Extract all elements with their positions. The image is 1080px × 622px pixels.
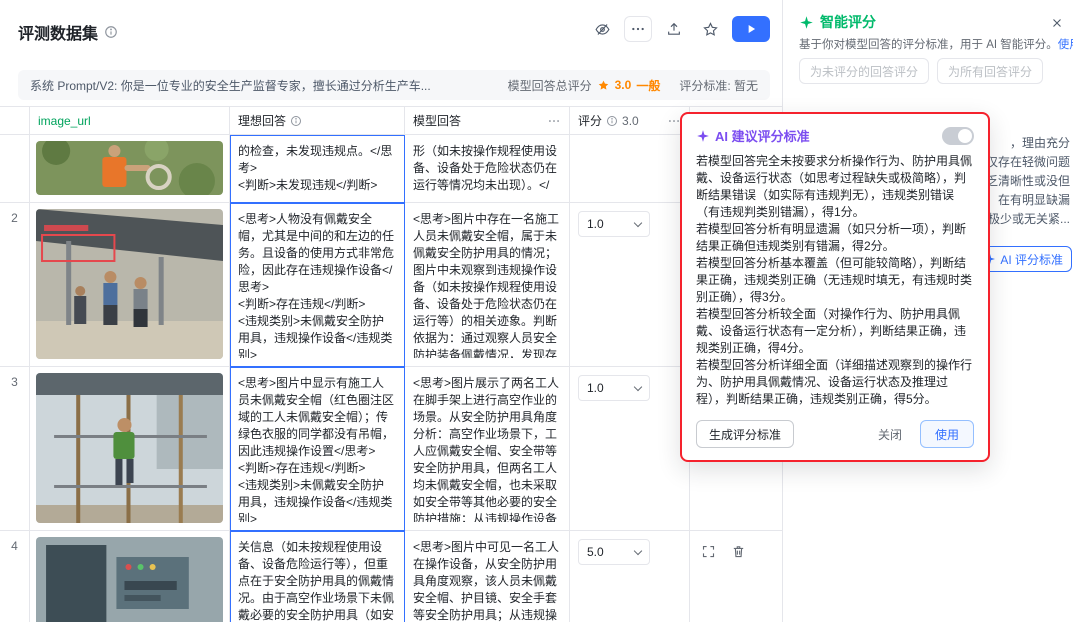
system-prompt-bar[interactable]: 系统 Prompt/V2: 你是一位专业的安全生产监督专家，擅长通过分析生产车.… — [18, 70, 770, 100]
total-score-label: 模型回答总评分 — [508, 77, 592, 94]
eye-slash-icon — [594, 21, 611, 38]
panel-description: 基于你对模型回答的评分标准，用于 AI 智能评分。使用手册 — [799, 36, 1073, 52]
chevron-down-icon — [634, 546, 642, 554]
image-cell — [30, 367, 230, 531]
close-icon — [1051, 17, 1063, 29]
more-actions-button[interactable] — [624, 16, 652, 42]
upload-icon — [666, 21, 682, 37]
dataset-table: image_url 理想回答 模型回答 评分 — [0, 106, 782, 622]
expand-icon — [701, 544, 716, 559]
row-photo[interactable] — [36, 373, 223, 523]
hide-columns-button[interactable] — [588, 16, 616, 42]
title-info-icon[interactable] — [104, 25, 118, 39]
header-model-answer[interactable]: 模型回答 — [405, 107, 570, 135]
close-button[interactable]: 关闭 — [868, 426, 912, 443]
ideal-answer-cell[interactable]: <思考>图片中显示有施工人员未佩戴安全帽（红色圈注区域的工人未佩戴安全帽）；传绿… — [230, 367, 405, 531]
info-icon[interactable] — [290, 115, 302, 127]
generate-criteria-button[interactable]: 生成评分标准 — [696, 420, 794, 448]
score-cell: 1.0 — [570, 203, 690, 367]
extra-cell — [690, 531, 782, 622]
row-photo[interactable] — [36, 537, 223, 622]
header-image-url[interactable]: image_url — [30, 107, 230, 135]
score-unrated-button[interactable]: 为未评分的回答评分 — [799, 58, 929, 84]
model-answer-cell[interactable]: <思考>图片中可见一名工人在操作设备，从安全防护用具角度观察，该人员未佩戴安全帽… — [405, 531, 570, 622]
popup-title: AI 建议评分标准 — [715, 126, 810, 145]
table-row: 4 关信息（如未按规程使用设备、设备危险运行等），但重点在于安全防护用具的佩戴情… — [0, 531, 782, 622]
table-row: 2 <思考>人物没有佩戴安全帽，尤其是中间的和左边的任务。且设备的使用方式非常危… — [0, 203, 782, 367]
model-answer-cell[interactable]: 形（如未按操作规程使用设备、设备处于危险状态仍在运行等情况均未出现）。</思考>… — [405, 135, 570, 203]
play-icon — [744, 22, 758, 36]
score-select[interactable]: 1.0 — [578, 211, 650, 237]
row-number: 2 — [0, 203, 30, 367]
score-cell: 1.0 — [570, 367, 690, 531]
system-prompt-text: 系统 Prompt/V2: 你是一位专业的安全生产监督专家，擅长通过分析生产车.… — [30, 77, 496, 94]
row-number: 3 — [0, 367, 30, 531]
total-score-level: 一般 — [636, 77, 660, 94]
topbar: 评测数据集 — [0, 0, 782, 58]
image-cell — [30, 135, 230, 203]
star-filled-icon — [597, 79, 610, 92]
table-row: 3 <思考>图片中显示有施工人员未佩戴安全帽（红色圈注区域的工人未佩戴安全帽）；… — [0, 367, 782, 531]
header-row-number — [0, 107, 30, 135]
criteria-toggle[interactable] — [942, 127, 974, 145]
manual-link[interactable]: 使用手册 — [1058, 39, 1073, 51]
ai-suggested-criteria-popup: AI 建议评分标准 若模型回答完全未按要求分析操作行为、防护用具佩戴、设备运行状… — [680, 112, 990, 462]
model-answer-cell[interactable]: <思考>图片展示了两名工人在脚手架上进行高空作业的场景。从安全防护用具角度分析：… — [405, 367, 570, 531]
main-area: 评测数据集 — [0, 0, 782, 622]
criteria-rules: 若模型回答完全未按要求分析操作行为、防护用具佩戴、设备运行状态（如思考过程缺失或… — [696, 153, 974, 408]
info-icon[interactable] — [606, 115, 618, 127]
trash-icon — [731, 544, 746, 559]
ellipsis-icon — [630, 21, 646, 37]
sparkle-icon — [799, 15, 814, 30]
chevron-down-icon — [634, 218, 642, 226]
table-row: 的检查，未发现违规点。</思考> <判断>未发现违规</判断> <违规类别>无<… — [0, 135, 782, 203]
score-cell — [570, 135, 690, 203]
ideal-answer-cell[interactable]: 关信息（如未按规程使用设备、设备危险运行等），但重点在于安全防护用具的佩戴情况。… — [230, 531, 405, 622]
row-photo[interactable] — [36, 141, 223, 195]
image-cell — [30, 203, 230, 367]
ideal-answer-cell[interactable]: 的检查，未发现违规点。</思考> <判断>未发现违规</判断> <违规类别>无<… — [230, 135, 405, 203]
ideal-answer-cell[interactable]: <思考>人物没有佩戴安全帽，尤其是中间的和左边的任务。且设备的使用方式非常危险，… — [230, 203, 405, 367]
panel-title: 智能评分 — [820, 12, 876, 32]
total-score-value: 3.0 — [615, 78, 632, 92]
row-number: 4 — [0, 531, 30, 622]
row-photo[interactable] — [36, 209, 223, 359]
chevron-down-icon — [634, 382, 642, 390]
criteria-status: 评分标准: 暂无 — [679, 77, 758, 94]
column-menu-icon[interactable] — [547, 114, 561, 128]
score-select[interactable]: 5.0 — [578, 539, 650, 565]
table-header-row: image_url 理想回答 模型回答 评分 — [0, 107, 782, 135]
sparkle-icon — [696, 129, 710, 143]
column-menu-icon[interactable] — [667, 114, 681, 128]
delete-row-button[interactable] — [728, 541, 748, 561]
score-select[interactable]: 1.0 — [578, 375, 650, 401]
export-button[interactable] — [660, 16, 688, 42]
image-cell — [30, 531, 230, 622]
model-answer-cell[interactable]: <思考>图片中存在一名施工人员未佩戴安全帽，属于未佩戴安全防护用具的情况；图片中… — [405, 203, 570, 367]
use-button[interactable]: 使用 — [920, 420, 974, 448]
app: 评测数据集 — [0, 0, 1080, 622]
run-button[interactable] — [732, 16, 770, 42]
row-number — [0, 135, 30, 203]
header-score[interactable]: 评分 3.0 — [570, 107, 690, 135]
close-panel-button[interactable] — [1046, 12, 1068, 34]
header-ideal-answer[interactable]: 理想回答 — [230, 107, 405, 135]
favorite-button[interactable] — [696, 16, 724, 42]
page-title: 评测数据集 — [18, 20, 98, 44]
star-icon — [702, 21, 719, 38]
score-cell: 5.0 — [570, 531, 690, 622]
score-all-button[interactable]: 为所有回答评分 — [937, 58, 1043, 84]
score-average: 3.0 — [622, 114, 639, 128]
expand-row-button[interactable] — [698, 541, 718, 561]
